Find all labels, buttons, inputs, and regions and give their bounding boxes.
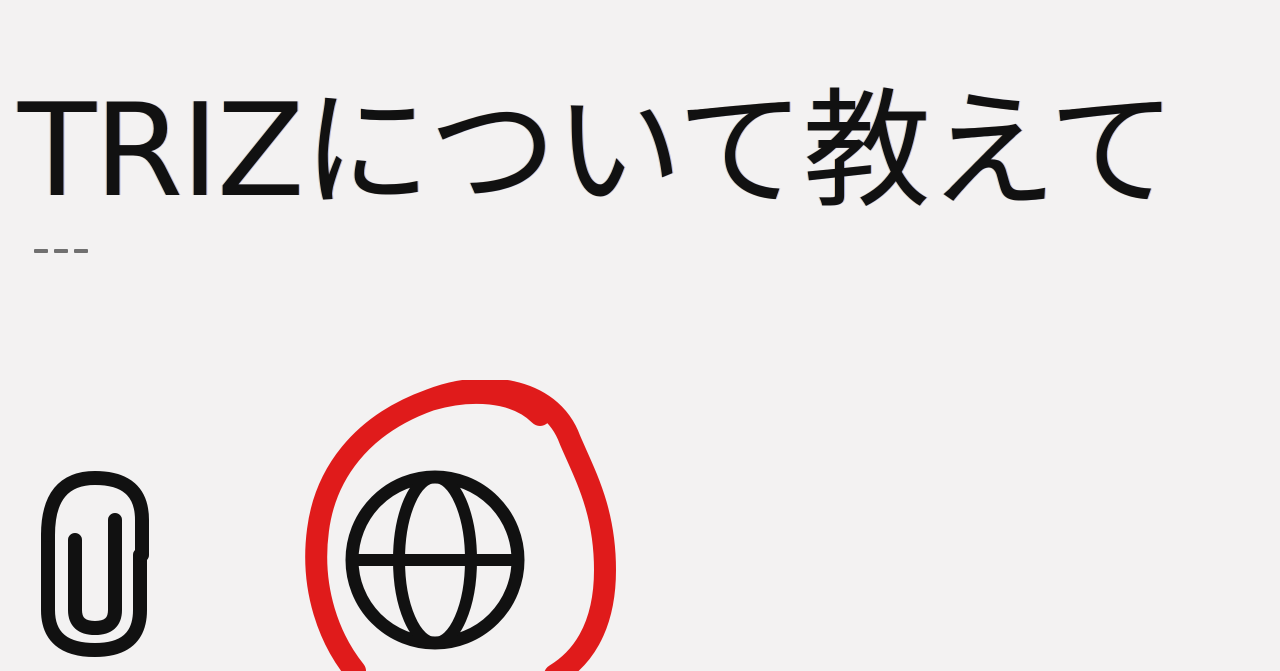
- chat-input-panel: TRIZについて教えて: [0, 0, 1280, 671]
- globe-icon: [345, 470, 525, 650]
- web-search-button[interactable]: [340, 465, 530, 655]
- attach-button[interactable]: [20, 460, 170, 660]
- prompt-input-text[interactable]: TRIZについて教えて: [18, 72, 1176, 232]
- truncation-dashes: [34, 249, 94, 255]
- paperclip-icon: [41, 470, 149, 657]
